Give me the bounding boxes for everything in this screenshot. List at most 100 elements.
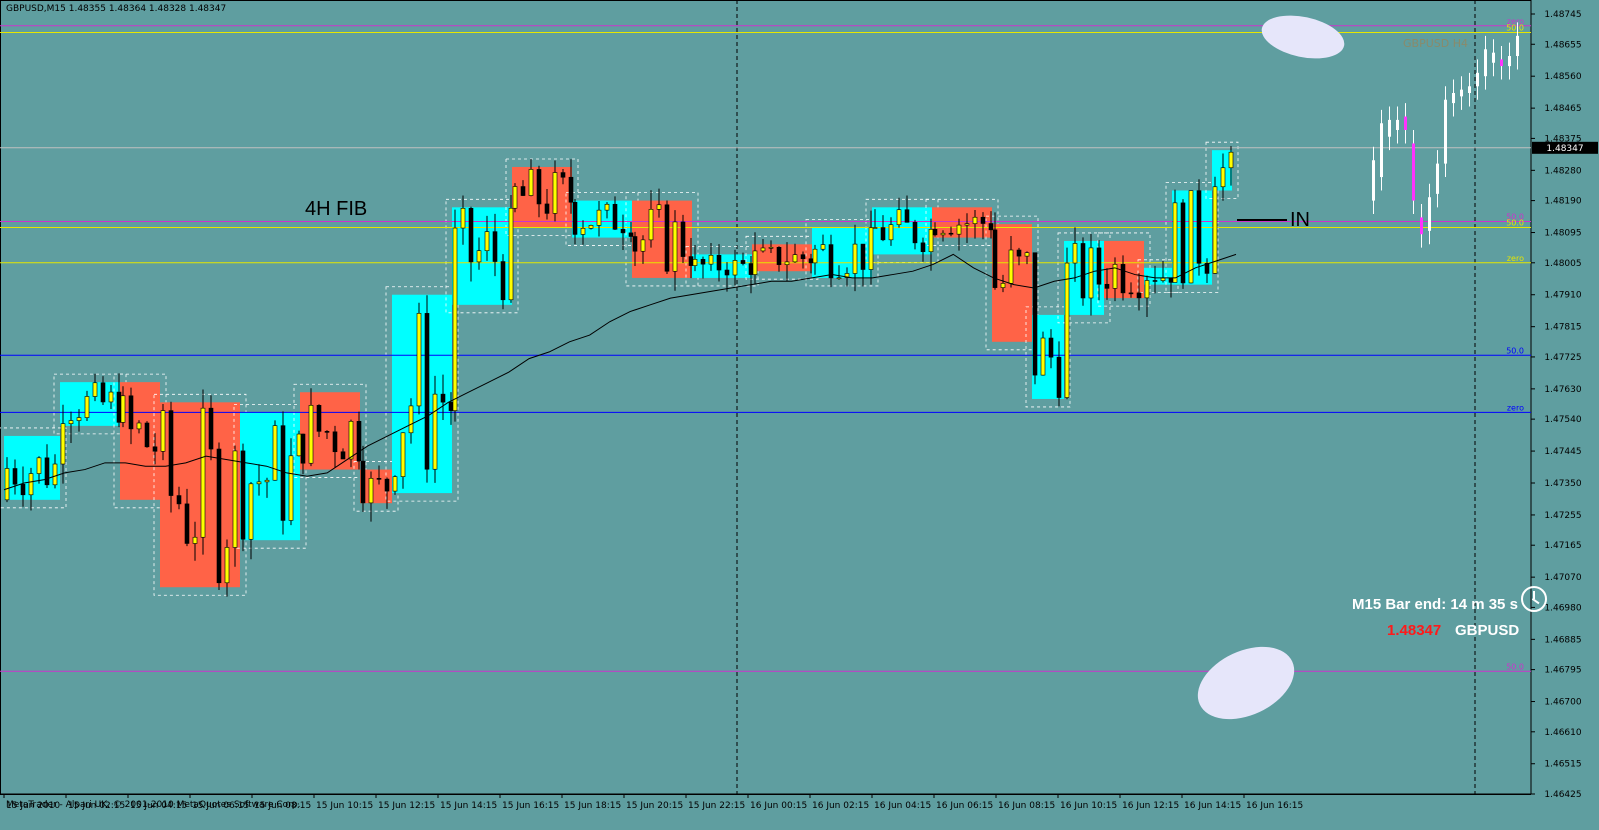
candle-body xyxy=(632,236,638,252)
candle-body xyxy=(808,258,814,264)
plot-frame xyxy=(0,0,1532,795)
current-price-tag-label: 1.48347 xyxy=(1546,144,1583,154)
candle-body xyxy=(688,256,694,266)
candle-body xyxy=(860,243,866,270)
candle-body xyxy=(672,221,678,272)
candle-body xyxy=(588,225,594,229)
h4-overlay-label: GBPUSD H4 xyxy=(1403,37,1468,50)
candle-body xyxy=(700,259,706,265)
candle-body xyxy=(452,227,458,411)
h4-candle-body xyxy=(1444,99,1447,164)
y-tick-label: 1.47815 xyxy=(1544,323,1581,333)
candle-body xyxy=(184,503,190,544)
fib-level-label: zero xyxy=(1507,403,1524,412)
candle-body xyxy=(868,227,874,270)
x-tick-label: 16 Jun 16:15 xyxy=(1246,801,1303,811)
candle-body xyxy=(500,261,506,301)
candle-body xyxy=(492,231,498,262)
candle-body xyxy=(432,393,438,470)
y-tick-label: 1.46795 xyxy=(1544,666,1581,676)
price-chart[interactable]: zero50.050.050.0zero50.0zero50.01.487451… xyxy=(0,0,1599,830)
h4-candle-body xyxy=(1468,86,1471,94)
y-tick-label: 1.47255 xyxy=(1544,511,1581,521)
h4-candle-body xyxy=(1460,89,1463,97)
candle-body xyxy=(648,209,654,241)
y-tick-label: 1.48190 xyxy=(1544,197,1581,207)
x-tick-label: 15 Jun 16:15 xyxy=(502,801,559,811)
candle-body xyxy=(460,207,466,229)
candle-body xyxy=(656,204,662,210)
candle-body xyxy=(476,250,482,263)
candle-body xyxy=(768,247,774,249)
candle-body xyxy=(468,207,474,263)
h4-candle-body xyxy=(1508,56,1511,67)
candle-body xyxy=(528,169,534,196)
x-tick-label: 15 Jun 20:15 xyxy=(626,801,683,811)
candle-body xyxy=(912,222,918,244)
y-tick-label: 1.47165 xyxy=(1544,541,1581,551)
candle-body xyxy=(108,391,114,403)
candle-body xyxy=(940,232,946,236)
candle-body xyxy=(4,468,10,501)
x-tick-label: 15 Jun 12:15 xyxy=(378,801,435,811)
candle-body xyxy=(1120,264,1126,294)
x-tick-label: 16 Jun 08:15 xyxy=(998,801,1055,811)
candle-body xyxy=(792,254,798,263)
candle-body xyxy=(168,410,174,496)
candle-body xyxy=(316,405,322,432)
candle-body xyxy=(880,227,886,241)
candle-body xyxy=(448,401,454,411)
chart-title: GBPUSD,M15 1.48355 1.48364 1.48328 1.483… xyxy=(6,4,227,14)
candle-body xyxy=(1104,283,1110,289)
candle-body xyxy=(208,407,214,450)
mt4-chart-window[interactable]: zero 50.0 50.0 50.0 zero 50.0 zero 50.0 1.48745 1… xyxy=(0,0,1599,830)
candle-body xyxy=(1172,202,1178,283)
candle-body xyxy=(368,478,374,504)
x-tick-label: 15 Jun 10:15 xyxy=(316,801,373,811)
candle-body xyxy=(52,463,58,486)
candle-body xyxy=(216,448,222,584)
candle-body xyxy=(128,395,134,430)
candle-body xyxy=(272,425,278,481)
x-tick-label: 15 Jun 18:15 xyxy=(564,801,621,811)
candle-body xyxy=(920,242,926,253)
candle-body xyxy=(784,261,790,265)
bid-price: 1.48347 xyxy=(1387,622,1442,639)
candle-body xyxy=(716,254,722,271)
candle-body xyxy=(1228,151,1234,169)
y-tick-label: 1.48745 xyxy=(1544,10,1581,20)
h4-candle-body xyxy=(1500,59,1503,67)
x-tick-label: 16 Jun 04:15 xyxy=(874,801,931,811)
y-tick-label: 1.48655 xyxy=(1544,40,1581,50)
symbol-label: GBPUSD xyxy=(1455,622,1520,639)
h4-candle-body xyxy=(1452,93,1455,104)
y-tick-label: 1.48465 xyxy=(1544,104,1581,114)
candle-body xyxy=(932,229,938,236)
candle-body xyxy=(836,277,842,280)
candle-body xyxy=(640,239,646,252)
x-tick-label: 15 Jun 14:15 xyxy=(440,801,497,811)
candle-body xyxy=(232,450,238,548)
y-tick-label: 1.46610 xyxy=(1544,728,1581,738)
candle-body xyxy=(1220,167,1226,188)
x-tick-label: 16 Jun 10:15 xyxy=(1060,801,1117,811)
y-tick-label: 1.47540 xyxy=(1544,415,1581,425)
candle-body xyxy=(1056,356,1062,398)
candle-body xyxy=(628,232,634,237)
candle-body xyxy=(560,172,566,178)
y-tick-label: 1.47445 xyxy=(1544,447,1581,457)
entry-annotation-label: IN xyxy=(1290,209,1310,231)
h4-candle-body xyxy=(1420,217,1423,235)
fib-level-label: 50.0 xyxy=(1506,23,1524,32)
candle-body xyxy=(348,421,354,460)
y-tick-label: 1.47630 xyxy=(1544,385,1581,395)
candle-body xyxy=(928,229,934,253)
h4-candle-body xyxy=(1476,72,1479,87)
candle-body xyxy=(1136,292,1142,299)
x-tick-label: 16 Jun 02:15 xyxy=(812,801,869,811)
candle-body xyxy=(896,209,902,226)
candle-body xyxy=(308,405,314,464)
x-tick-label: 16 Jun 12:15 xyxy=(1122,801,1179,811)
candle-body xyxy=(340,451,346,460)
candle-body xyxy=(384,478,390,492)
